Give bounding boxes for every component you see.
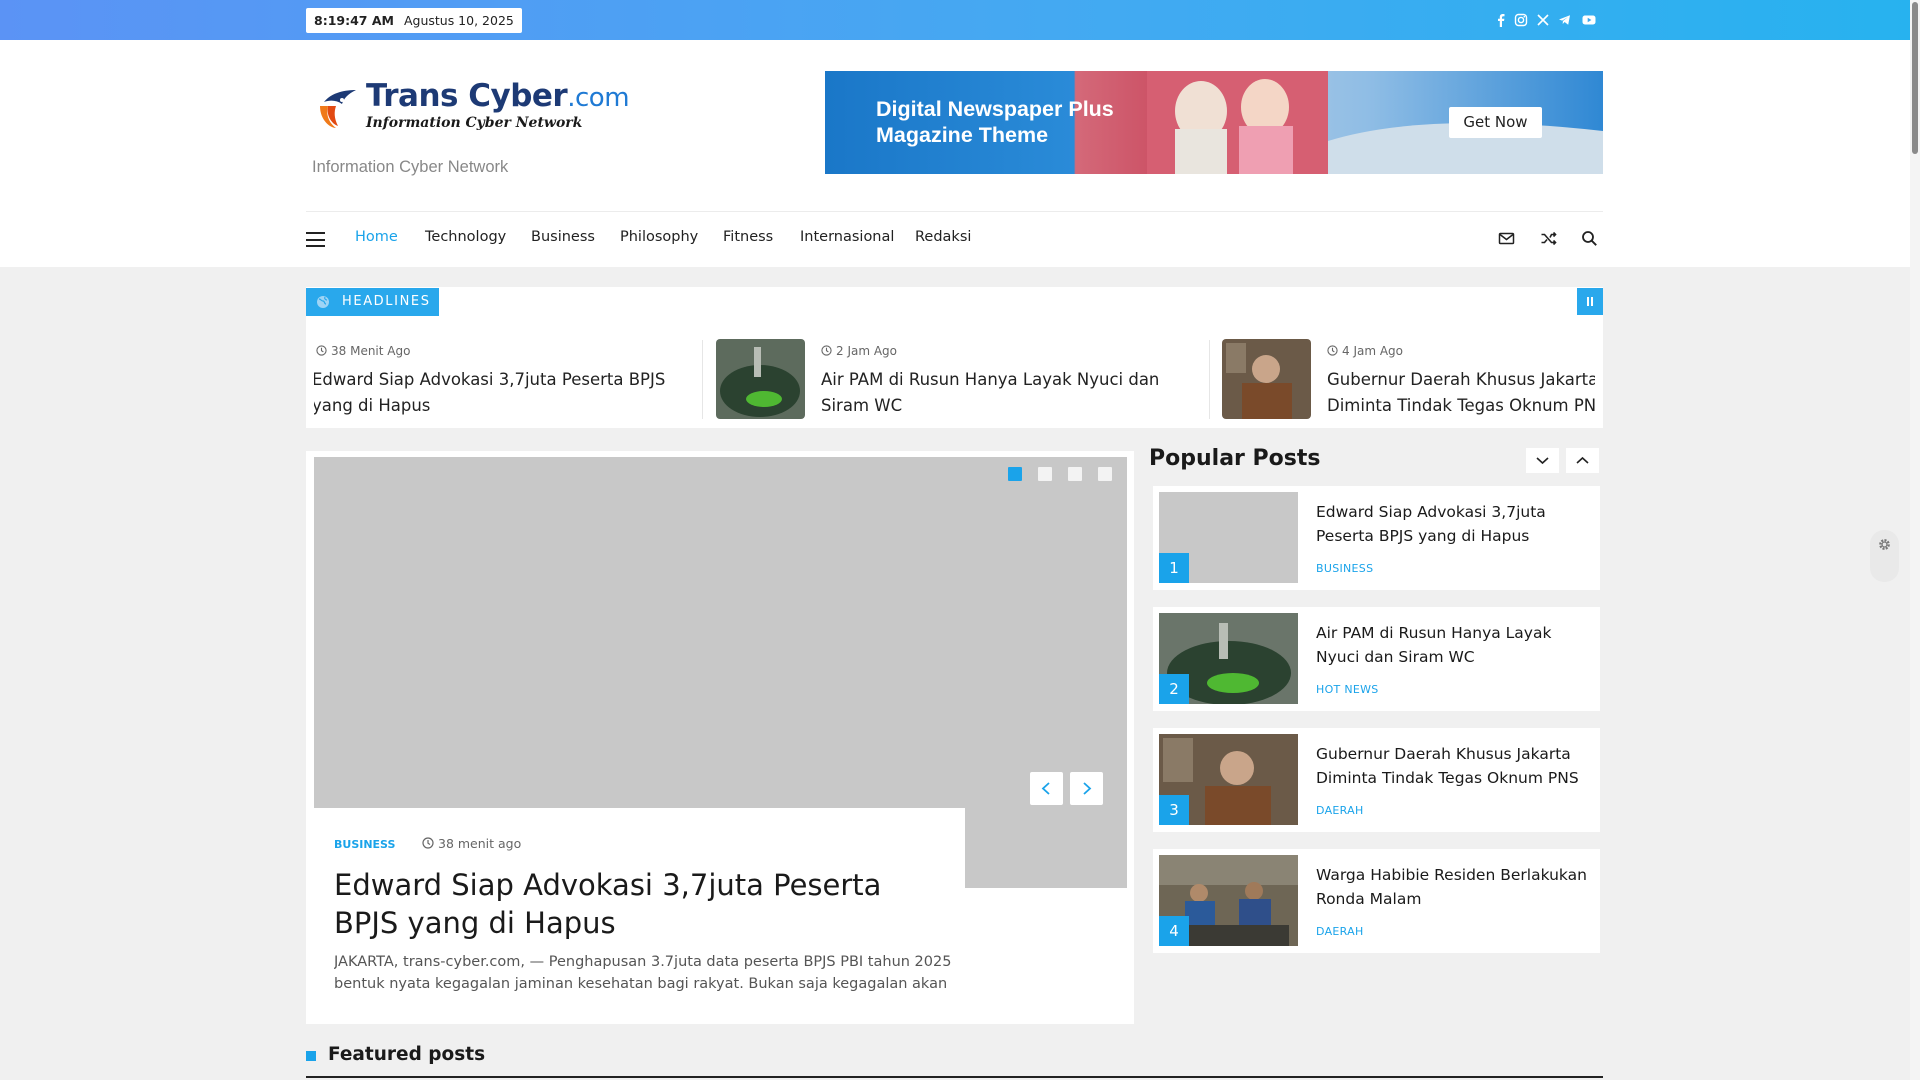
popular-post-title[interactable]: Warga Habibie Residen Berlakukan Ronda M… <box>1316 863 1591 911</box>
popular-post-rank: 4 <box>1159 916 1189 946</box>
slide-excerpt: JAKARTA, trans-cyber.com, — Penghapusan … <box>334 954 952 992</box>
chevron-down-icon <box>1536 457 1549 465</box>
popular-post-card[interactable]: 4 Warga Habibie Residen Berlakukan Ronda… <box>1153 849 1600 953</box>
mail-icon[interactable] <box>1498 230 1515 247</box>
chevron-up-icon <box>1576 456 1589 464</box>
ticker-item-thumbnail <box>1222 339 1311 419</box>
slider-next-button[interactable] <box>1070 772 1103 805</box>
menu-hamburger-icon[interactable] <box>306 232 325 247</box>
ticker-item-time: 38 Menit Ago <box>316 344 410 358</box>
popular-post-category[interactable]: BUSINESS <box>1316 562 1373 575</box>
shuffle-icon[interactable] <box>1540 230 1557 247</box>
clock-icon <box>1327 345 1338 356</box>
nav-fitness[interactable]: Fitness <box>723 229 773 245</box>
ticker-item-time: 2 Jam Ago <box>821 344 897 358</box>
popular-post-category[interactable]: HOT NEWS <box>1316 683 1379 696</box>
slide-title[interactable]: Edward Siap Advokasi 3,7juta Peserta BPJ… <box>334 866 954 942</box>
popular-post-card[interactable]: 1 Edward Siap Advokasi 3,7juta Peserta B… <box>1153 486 1600 590</box>
headlines-label-text: HEADLINES <box>342 294 431 309</box>
telegram-icon[interactable] <box>1558 13 1572 27</box>
nav-technology[interactable]: Technology <box>425 229 506 245</box>
popular-post-title[interactable]: Air PAM di Rusun Hanya Layak Nyuci dan S… <box>1316 621 1591 669</box>
popular-posts-title: Popular Posts <box>1149 446 1321 471</box>
popular-down-button[interactable] <box>1526 448 1559 473</box>
slider-dot-1[interactable] <box>1008 467 1022 481</box>
ticker-pause-button[interactable] <box>1577 288 1603 315</box>
scrollbar-thumb[interactable] <box>1912 2 1918 154</box>
popular-post-rank: 2 <box>1159 674 1189 704</box>
featured-posts-title: Featured posts <box>328 1044 486 1065</box>
x-twitter-icon[interactable] <box>1536 13 1550 27</box>
popular-post-card[interactable]: 3 Gubernur Daerah Khusus Jakarta Diminta… <box>1153 728 1600 832</box>
clock-icon <box>821 345 832 356</box>
logo-name: Trans Cyber <box>366 78 568 114</box>
banner-headline: Digital Newspaper Plus Magazine Theme <box>876 97 1114 147</box>
logo-emblem[interactable] <box>314 84 358 130</box>
ticker-item[interactable]: 2 Jam Ago Air PAM di Rusun Hanya Layak N… <box>716 339 1200 419</box>
slider-dot-4[interactable] <box>1098 467 1112 481</box>
headlines-label: HEADLINES <box>306 288 439 316</box>
page-scrollbar[interactable] <box>1910 0 1920 1080</box>
facebook-icon[interactable] <box>1494 13 1508 27</box>
chevron-right-icon <box>1083 782 1092 795</box>
youtube-icon[interactable] <box>1582 13 1596 27</box>
ticker-item-title: Air PAM di Rusun Hanya Layak Nyuci dan S… <box>821 370 1160 415</box>
site-tagline: Information Cyber Network <box>312 158 509 176</box>
featured-underline <box>306 1076 1603 1078</box>
popular-up-button[interactable] <box>1566 448 1599 473</box>
clock-icon <box>316 345 327 356</box>
popular-post-card[interactable]: 2 Air PAM di Rusun Hanya Layak Nyuci dan… <box>1153 607 1600 711</box>
slider-prev-button[interactable] <box>1030 772 1063 805</box>
popular-post-title[interactable]: Edward Siap Advokasi 3,7juta Peserta BPJ… <box>1316 500 1591 548</box>
ticker-item-thumbnail <box>716 339 805 419</box>
top-bar <box>0 0 1910 40</box>
clock-time: 8:19:47 AM <box>314 13 394 28</box>
popular-post-category[interactable]: DAERAH <box>1316 804 1364 817</box>
settings-panel-toggle[interactable] <box>1870 530 1899 582</box>
date-time-display: 8:19:47 AM Agustus 10, 2025 <box>306 8 522 33</box>
ticker-item-title: Gubernur Daerah Khusus Jakarta Diminta T… <box>1327 370 1595 415</box>
nav-redaksi[interactable]: Redaksi <box>915 229 971 245</box>
popular-post-title[interactable]: Gubernur Daerah Khusus Jakarta Diminta T… <box>1316 742 1591 790</box>
nav-home[interactable]: Home <box>355 229 398 245</box>
ticker-divider <box>1209 340 1210 419</box>
logo-subtitle: Information Cyber Network <box>366 115 583 131</box>
ticker-item-time: 4 Jam Ago <box>1327 344 1403 358</box>
banner-get-now-button[interactable]: Get Now <box>1449 107 1542 138</box>
clock-icon <box>422 837 434 849</box>
slider-dot-3[interactable] <box>1068 467 1082 481</box>
slider-dot-2[interactable] <box>1038 467 1052 481</box>
gear-icon <box>1879 539 1890 550</box>
ticker-item[interactable]: 4 Jam Ago Gubernur Daerah Khusus Jakarta… <box>1222 339 1595 419</box>
globe-icon <box>317 296 329 308</box>
slide-category[interactable]: BUSINESS <box>334 838 395 851</box>
slide-time: 38 menit ago <box>422 836 521 851</box>
clock-date: Agustus 10, 2025 <box>403 13 514 28</box>
search-icon[interactable] <box>1581 230 1598 247</box>
featured-bullet <box>306 1051 316 1061</box>
nav-internasional[interactable]: Internasional <box>800 229 894 245</box>
popular-post-rank: 1 <box>1159 553 1189 583</box>
ticker-item[interactable]: 38 Menit Ago Edward Siap Advokasi 3,7jut… <box>314 339 689 419</box>
instagram-icon[interactable] <box>1514 13 1528 27</box>
popular-post-rank: 3 <box>1159 795 1189 825</box>
nav-philosophy[interactable]: Philosophy <box>620 229 698 245</box>
logo-suffix: .com <box>567 83 630 113</box>
logo-title[interactable]: Trans Cyber.com <box>366 78 630 114</box>
ticker-divider <box>702 340 703 419</box>
chevron-left-icon <box>1041 782 1050 795</box>
nav-divider <box>306 211 1603 212</box>
ticker-item-title: Edward Siap Advokasi 3,7juta Peserta BPJ… <box>314 370 666 415</box>
popular-post-category[interactable]: DAERAH <box>1316 925 1364 938</box>
nav-business[interactable]: Business <box>531 229 595 245</box>
